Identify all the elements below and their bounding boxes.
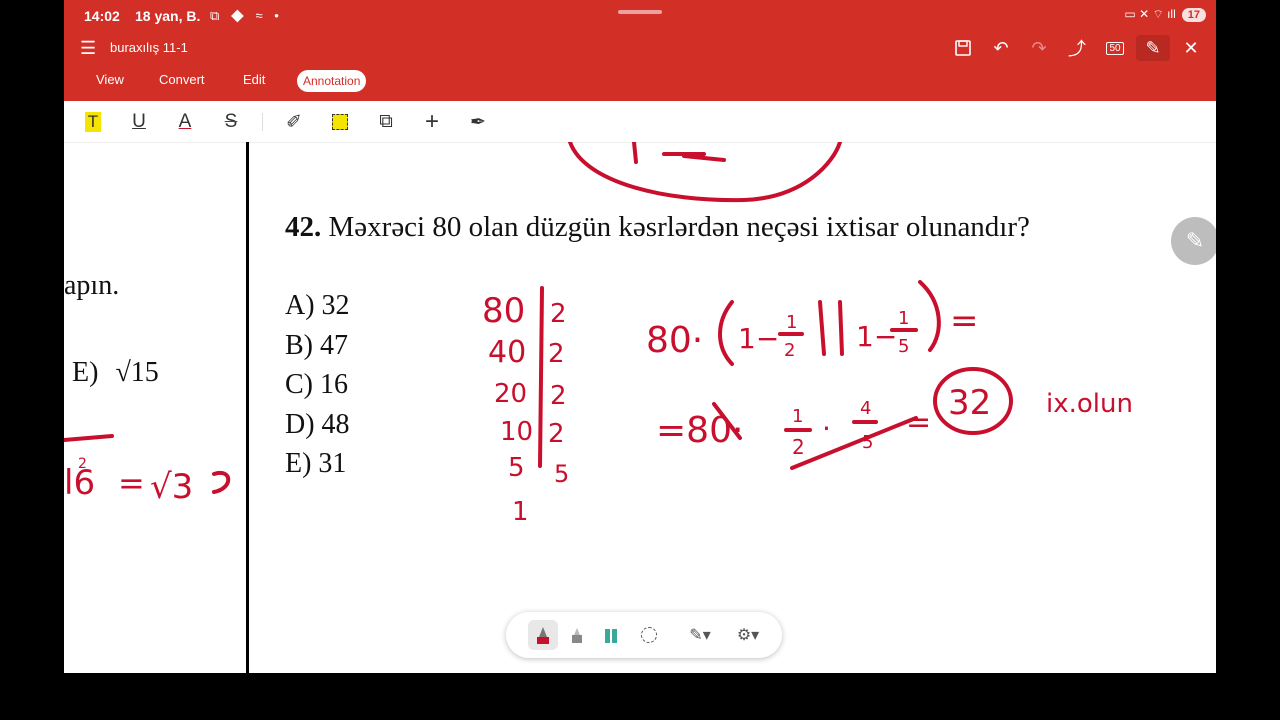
ink-line2-num-1: 1 — [792, 406, 803, 427]
ink-ellipse-remnant — [568, 142, 842, 203]
marker-icon[interactable]: ✐ — [282, 110, 306, 134]
ink-line2-equals: = — [906, 405, 931, 440]
ink-left-zero — [212, 470, 231, 494]
ink-left-exponent: 2 — [78, 456, 87, 472]
tablet-screen: 14:02 18 yan, B. ⧉ ◆ ≈ • ▭ ✕ ⌔ ıll 17 ☰ … — [64, 0, 1216, 673]
tab-convert[interactable]: Convert — [159, 72, 205, 87]
system-status-icons: ▭ ✕ ⌔ ıll — [1124, 7, 1176, 21]
floating-edit-button[interactable]: ✎ — [1171, 217, 1216, 265]
pen-gray-icon[interactable] — [562, 620, 592, 650]
tab-annotation[interactable]: Annotation — [297, 70, 367, 92]
edit-pen-icon[interactable]: ✎ — [1136, 35, 1170, 61]
ink-left-equals: = — [118, 464, 145, 502]
ink-line2-dot: · — [822, 412, 831, 445]
ink-frac-den-2: 2 — [784, 340, 795, 361]
ink-divisor-2: 2 — [550, 381, 567, 411]
ink-formula-80: 80· — [646, 320, 703, 361]
close-icon[interactable]: ✕ — [1174, 35, 1208, 61]
share-icon[interactable]: ⤴ — [1060, 35, 1094, 61]
ink-frac-num-2: 1 — [898, 308, 909, 329]
system-icons: ▭ ✕ ⌔ ıll 17 — [1124, 7, 1206, 22]
pen-red-icon[interactable] — [528, 620, 558, 650]
pencil-icon: ✎ — [1185, 228, 1205, 253]
area-highlight-icon[interactable] — [328, 110, 352, 134]
ink-paren-pair — [818, 300, 844, 356]
ink-answer-value: 32 — [948, 383, 991, 423]
highlight-text-icon[interactable]: T — [81, 110, 105, 134]
ink-factor-5: 1 — [512, 497, 529, 527]
signature-pen-icon[interactable]: ✒ — [466, 110, 490, 134]
document-title: buraxılış 11-1 — [110, 40, 188, 55]
ink-frac-den-5: 5 — [898, 336, 909, 357]
zoom-level-icon[interactable]: 50 — [1098, 35, 1132, 61]
lasso-icon[interactable] — [634, 620, 664, 650]
text-color-icon[interactable]: A — [173, 110, 197, 134]
highlighter-icon[interactable] — [596, 620, 626, 650]
ink-line2: =80· — [656, 410, 743, 451]
underline-icon[interactable]: U — [127, 110, 151, 134]
ink-formula-one-minus-2: 1− — [856, 320, 897, 353]
tab-view[interactable]: View — [96, 72, 124, 87]
drag-handle[interactable] — [618, 10, 662, 14]
save-icon[interactable] — [946, 35, 980, 61]
ink-divisor-3: 2 — [548, 419, 565, 449]
toolbar-divider — [262, 113, 263, 131]
zoom-level-label: 50 — [1106, 41, 1124, 55]
ink-line2-num-4: 4 — [860, 398, 871, 419]
ink-formula-one-minus: 1− — [738, 322, 779, 355]
ink-factor-4: 5 — [508, 453, 525, 483]
status-date: 18 yan, B. — [135, 8, 201, 24]
status-time: 14:02 — [84, 8, 120, 24]
document-canvas[interactable]: apın. E) √15 42. Məxrəci 80 olan düzgün … — [64, 142, 1216, 673]
ink-factor-0: 80 — [482, 291, 525, 331]
settings-gear-icon[interactable]: ⚙▾ — [728, 620, 768, 650]
ink-factor-1: 40 — [488, 335, 526, 370]
ink-frac-num-1: 1 — [786, 312, 797, 333]
pen-toolbar: ✎▾ ⚙▾ — [506, 612, 782, 658]
strikethrough-icon[interactable]: S — [219, 110, 243, 134]
ink-left-bar — [64, 434, 114, 442]
ink-divisor-4: 5 — [554, 460, 569, 488]
ink-paren-open — [718, 300, 734, 366]
ink-note: ix.olun — [1046, 389, 1133, 419]
pen-style-icon[interactable]: ✎▾ — [680, 620, 720, 650]
handwriting-layer: l6 2 = √3 80 40 20 10 5 1 2 2 2 2 5 80· … — [64, 142, 1133, 527]
ink-line2-den-2: 2 — [792, 435, 805, 459]
title-toolbar: ↶ ↷ ⤴ 50 ✎ ✕ — [946, 35, 1208, 61]
app-title-bar: ☰ buraxılış 11-1 ↶ ↷ ⤴ 50 ✎ ✕ — [64, 32, 1216, 62]
ink-scribble-top — [632, 142, 726, 164]
annotation-toolbar: T U A S ✐ ⧉ + ✒ — [64, 101, 1216, 143]
menu-icon[interactable]: ☰ — [80, 38, 96, 59]
ink-formula-equals: = — [950, 301, 979, 341]
tab-edit[interactable]: Edit — [243, 72, 265, 87]
ink-division-line — [538, 286, 544, 468]
ink-factor-3: 10 — [500, 417, 533, 447]
redo-icon[interactable]: ↷ — [1022, 35, 1056, 61]
ink-left-sqrt: √3 — [150, 467, 193, 507]
shape-icon[interactable]: ⧉ — [374, 110, 398, 134]
ink-paren-close — [918, 280, 941, 352]
tab-bar: View Convert Edit Annotation — [64, 62, 1216, 101]
ink-divisor-0: 2 — [550, 299, 567, 329]
notification-icons: ⧉ ◆ ≈ • — [210, 8, 283, 23]
battery-indicator: 17 — [1181, 7, 1206, 22]
ink-cancel-slash — [790, 416, 918, 470]
undo-icon[interactable]: ↶ — [984, 35, 1018, 61]
add-icon[interactable]: + — [420, 108, 444, 135]
status-bar: 14:02 18 yan, B. ⧉ ◆ ≈ • ▭ ✕ ⌔ ıll 17 — [64, 0, 1216, 32]
ink-divisor-1: 2 — [548, 339, 565, 369]
ink-factor-2: 20 — [494, 379, 527, 409]
